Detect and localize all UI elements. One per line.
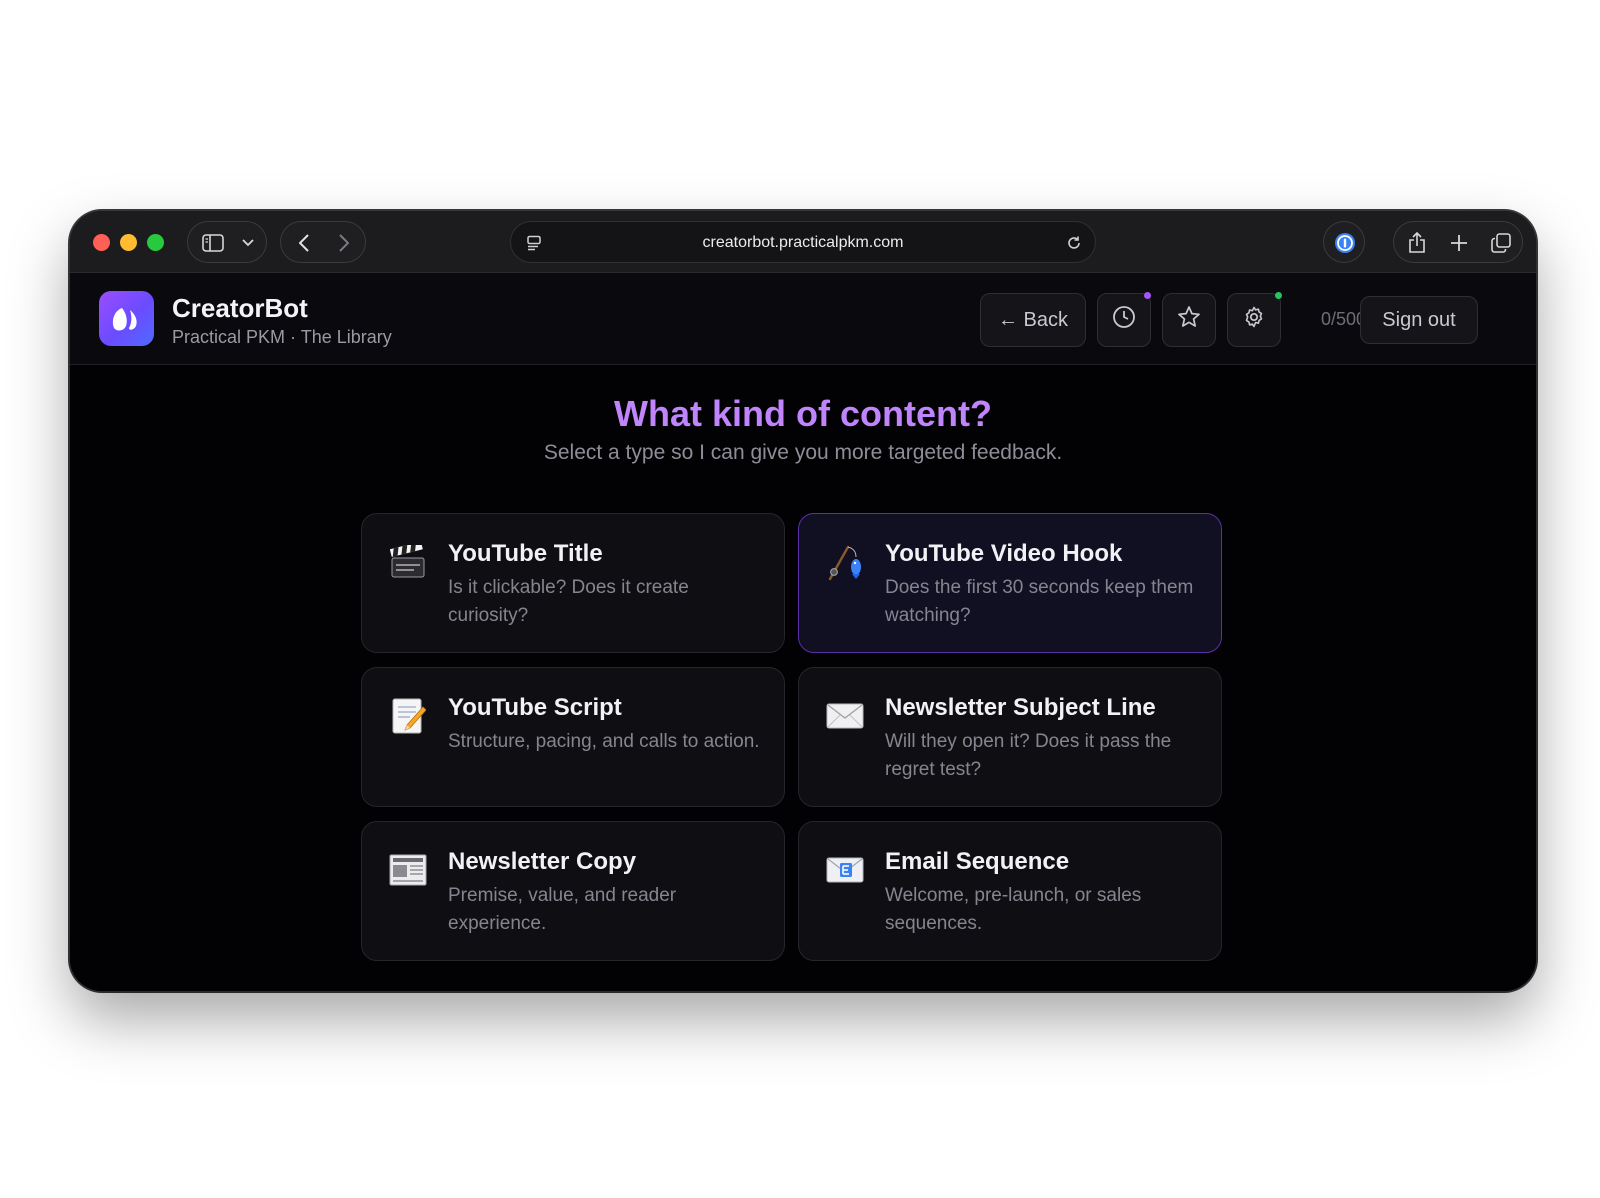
- card-email-sequence[interactable]: Email Sequence Welcome, pre-launch, or s…: [798, 821, 1222, 961]
- back-arrow-icon[interactable]: [289, 222, 319, 264]
- zoom-window-button[interactable]: [147, 234, 164, 251]
- url-text: creatorbot.practicalpkm.com: [702, 234, 904, 251]
- gear-icon: [1242, 305, 1266, 335]
- card-title: YouTube Script: [448, 694, 622, 721]
- envelope-icon: [823, 694, 867, 738]
- card-newsletter-subject-line[interactable]: Newsletter Subject Line Will they open i…: [798, 667, 1222, 807]
- card-description: Does the first 30 seconds keep them watc…: [885, 577, 1194, 626]
- clapperboard-icon: [386, 540, 430, 584]
- chevron-down-icon[interactable]: [236, 222, 260, 264]
- app-subtitle: Practical PKM · The Library: [172, 327, 392, 347]
- content-type-selector: What kind of content? Select a type so I…: [70, 365, 1536, 991]
- newspaper-icon: [386, 848, 430, 892]
- settings-status-dot: [1275, 292, 1282, 299]
- reload-icon[interactable]: [1059, 222, 1089, 264]
- history-notification-dot: [1144, 292, 1151, 299]
- card-title: Newsletter Subject Line: [885, 694, 1156, 721]
- card-description: Is it clickable? Does it create curiosit…: [448, 577, 689, 626]
- back-button[interactable]: ← Back: [980, 293, 1086, 347]
- browser-window: creatorbot.practicalpkm.com CreatorBot P…: [70, 211, 1536, 991]
- browser-toolbar: creatorbot.practicalpkm.com: [70, 211, 1536, 273]
- memo-icon: [386, 694, 430, 738]
- app-name: CreatorBot: [172, 293, 308, 323]
- star-icon: [1177, 305, 1201, 335]
- page-subtitle: Select a type so I can give you more tar…: [543, 441, 1063, 464]
- card-title: Newsletter Copy: [448, 848, 637, 875]
- window-actions-group: [1393, 221, 1523, 263]
- sidebar-icon[interactable]: [198, 222, 228, 264]
- card-newsletter-copy[interactable]: Newsletter Copy Premise, value, and read…: [361, 821, 785, 961]
- minimize-window-button[interactable]: [120, 234, 137, 251]
- close-window-button[interactable]: [93, 234, 110, 251]
- email-icon: [823, 848, 867, 892]
- clock-icon: [1112, 305, 1136, 335]
- card-description: Will they open it? Does it pass the regr…: [885, 731, 1172, 780]
- new-tab-icon[interactable]: [1442, 222, 1476, 264]
- sidebar-toggle-group: [187, 221, 267, 263]
- card-description: Welcome, pre-launch, or sales sequences.: [885, 885, 1142, 934]
- page-title: What kind of content?: [614, 393, 992, 434]
- history-button[interactable]: [1097, 293, 1151, 347]
- tab-overview-icon[interactable]: [1484, 222, 1518, 264]
- password-manager-group: [1323, 221, 1365, 263]
- creatorbot-logo-icon: [99, 291, 154, 346]
- settings-button[interactable]: [1227, 293, 1281, 347]
- share-icon[interactable]: [1400, 222, 1434, 264]
- history-nav-group: [280, 221, 366, 263]
- card-title: YouTube Title: [448, 540, 603, 567]
- card-youtube-title[interactable]: YouTube Title Is it clickable? Does it c…: [361, 513, 785, 653]
- card-title: YouTube Video Hook: [885, 540, 1123, 567]
- address-bar[interactable]: creatorbot.practicalpkm.com: [510, 221, 1096, 263]
- card-youtube-script[interactable]: YouTube Script Structure, pacing, and ca…: [361, 667, 785, 807]
- card-description: Structure, pacing, and calls to action.: [448, 731, 760, 752]
- fishing-pole-icon: [823, 540, 867, 584]
- sign-out-button[interactable]: Sign out: [1360, 296, 1478, 344]
- forward-arrow-icon[interactable]: [329, 222, 359, 264]
- card-description: Premise, value, and reader experience.: [448, 885, 677, 934]
- favorites-button[interactable]: [1162, 293, 1216, 347]
- app-header: CreatorBot Practical PKM · The Library ←…: [70, 273, 1536, 365]
- card-title: Email Sequence: [885, 848, 1070, 875]
- password-manager-icon[interactable]: [1324, 222, 1366, 264]
- card-youtube-video-hook[interactable]: YouTube Video Hook Does the first 30 sec…: [798, 513, 1222, 653]
